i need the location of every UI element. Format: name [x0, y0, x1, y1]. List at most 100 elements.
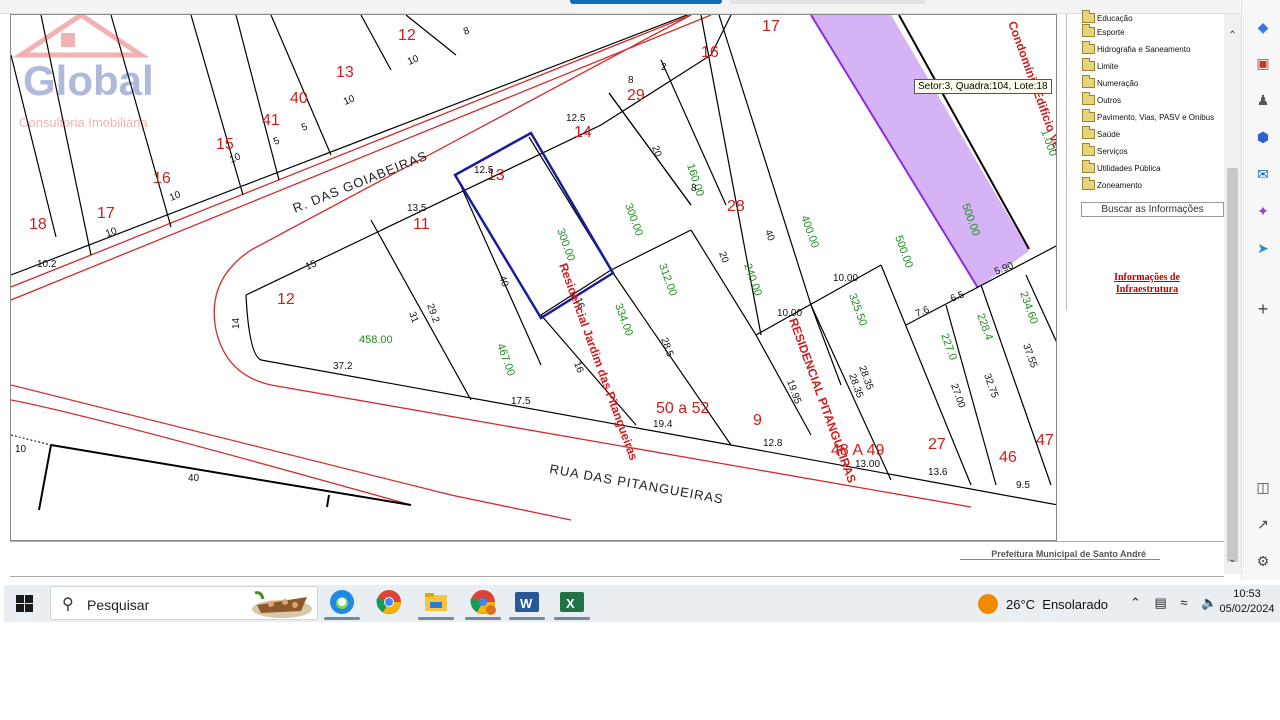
- system-tray-icons[interactable]: ⌃ ▤ ≈ 🔈: [1130, 595, 1222, 611]
- layer-saude[interactable]: Saúde: [1082, 126, 1120, 142]
- edge-sidebar: ◆ ▣ ♟ ⬢ ✉ ✦ ➤ + ◫ ↗ ⚙: [1241, 0, 1280, 580]
- chess-icon[interactable]: ♟: [1254, 91, 1272, 109]
- svg-text:12.5: 12.5: [474, 165, 494, 176]
- taskbar-search[interactable]: ⚲ Pesquisar: [50, 586, 318, 620]
- infrastructure-link[interactable]: Informações de Infraestrutura: [1092, 272, 1202, 296]
- svg-text:50 a 52: 50 a 52: [656, 400, 709, 417]
- svg-text:19.4: 19.4: [653, 419, 673, 430]
- svg-text:8: 8: [628, 75, 634, 86]
- svg-text:15: 15: [216, 136, 234, 153]
- svg-text:37.55: 37.55: [1020, 342, 1039, 370]
- svg-text:37.2: 37.2: [333, 361, 353, 372]
- layer-utilidades[interactable]: Utilidades Pública: [1082, 160, 1161, 176]
- layer-outros[interactable]: Outros: [1082, 92, 1121, 108]
- vertical-scrollbar[interactable]: ⌃ ⌄: [1224, 14, 1241, 574]
- svg-text:W: W: [520, 596, 533, 611]
- svg-text:5: 5: [272, 135, 282, 147]
- svg-text:41: 41: [262, 112, 280, 129]
- active-tab-indicator[interactable]: [570, 0, 722, 4]
- svg-text:10: 10: [228, 151, 243, 166]
- scroll-up-icon[interactable]: ⌃: [1227, 30, 1238, 42]
- svg-text:5: 5: [300, 121, 310, 133]
- svg-text:14: 14: [574, 124, 592, 141]
- svg-text:17: 17: [97, 205, 115, 222]
- feather-icon[interactable]: ✦: [1254, 202, 1272, 220]
- word-icon[interactable]: W: [509, 588, 545, 620]
- svg-text:40: 40: [762, 228, 776, 243]
- svg-text:32.75: 32.75: [981, 372, 1000, 400]
- taskbar: ⚲ Pesquisar W X 26°C Ensolarado ⌃ ▤ ≈ 🔈 …: [4, 585, 1280, 622]
- layer-esporte[interactable]: Esporte: [1082, 24, 1125, 40]
- svg-text:234.60: 234.60: [1017, 290, 1040, 326]
- svg-text:47: 47: [1036, 432, 1054, 449]
- plus-icon[interactable]: +: [1254, 300, 1272, 318]
- svg-text:500.00: 500.00: [892, 234, 915, 270]
- excel-icon[interactable]: X: [554, 588, 590, 620]
- search-info-button[interactable]: Buscar as Informações: [1081, 202, 1224, 217]
- map-canvas[interactable]: 18 17 16 15 41 40 13 12 16 17 29 14 13 1…: [11, 15, 1057, 541]
- svg-text:28: 28: [727, 198, 745, 215]
- briefcase-icon[interactable]: ▣: [1254, 54, 1272, 72]
- layer-numeracao[interactable]: Numeração: [1082, 75, 1138, 91]
- svg-text:16: 16: [153, 170, 171, 187]
- svg-text:14: 14: [231, 317, 242, 329]
- svg-text:10: 10: [406, 53, 421, 68]
- clock[interactable]: 10:53 05/02/2024: [1216, 587, 1278, 617]
- layer-limite[interactable]: Limite: [1082, 58, 1118, 74]
- svg-text:11: 11: [413, 216, 430, 233]
- weather-text: 26°C Ensolarado: [1006, 596, 1109, 612]
- svg-text:10: 10: [15, 444, 27, 455]
- folder-icon: [1082, 92, 1095, 105]
- inactive-tab-indicator[interactable]: [730, 0, 925, 4]
- svg-text:12: 12: [277, 291, 295, 308]
- panel-separator: [1066, 14, 1067, 310]
- cadastral-map[interactable]: 18 17 16 15 41 40 13 12 16 17 29 14 13 1…: [10, 14, 1057, 541]
- svg-text:17: 17: [762, 18, 780, 35]
- folder-icon: [1082, 143, 1095, 156]
- scrollbar-thumb[interactable]: [1227, 168, 1238, 562]
- file-explorer-icon[interactable]: [418, 588, 454, 620]
- scroll-down-icon[interactable]: ⌄: [1227, 554, 1238, 566]
- chrome-profile-icon[interactable]: [465, 588, 501, 620]
- layer-hidrografia[interactable]: Hidrografia e Saneamento: [1082, 41, 1190, 57]
- svg-text:17.5: 17.5: [511, 396, 531, 407]
- windows-start-icon[interactable]: [16, 595, 34, 613]
- svg-text:29: 29: [627, 87, 645, 104]
- svg-text:12.5: 12.5: [566, 113, 586, 124]
- chrome-icon[interactable]: [371, 588, 407, 620]
- office-icon[interactable]: ⬢: [1254, 128, 1272, 146]
- layer-pavimento[interactable]: Pavimento, Vias, PASV e Onibus: [1082, 109, 1214, 125]
- layer-servicos[interactable]: Serviços: [1082, 143, 1128, 159]
- folder-icon: [1082, 160, 1095, 173]
- layer-zoneamento[interactable]: Zoneamento: [1082, 177, 1142, 193]
- tag-icon[interactable]: ◆: [1254, 18, 1272, 36]
- send-icon[interactable]: ➤: [1254, 239, 1272, 257]
- svg-text:27.00: 27.00: [948, 382, 967, 410]
- map-footer: Prefeitura Municipal de Santo André: [10, 541, 1224, 577]
- svg-text:13.6: 13.6: [928, 467, 948, 478]
- external-link-icon[interactable]: ↗: [1254, 515, 1272, 533]
- svg-text:10.00: 10.00: [833, 273, 858, 284]
- outlook-icon[interactable]: ✉: [1254, 165, 1272, 183]
- svg-text:9: 9: [753, 412, 762, 429]
- clock-time: 10:53: [1233, 588, 1261, 600]
- svg-text:12.8: 12.8: [763, 438, 783, 449]
- settings-icon[interactable]: ⚙: [1254, 552, 1272, 570]
- weather-widget[interactable]: 26°C Ensolarado: [978, 594, 1108, 614]
- svg-text:10: 10: [168, 189, 183, 204]
- edge-icon[interactable]: [324, 588, 360, 620]
- split-screen-icon[interactable]: ◫: [1254, 478, 1272, 496]
- svg-text:40: 40: [290, 90, 308, 107]
- folder-icon: [1082, 109, 1095, 122]
- folder-icon: [1082, 58, 1095, 71]
- svg-text:334.00: 334.00: [612, 302, 635, 338]
- street-pitangueiras: RUA DAS PITANGUEIRAS: [548, 461, 724, 506]
- svg-text:10: 10: [104, 226, 119, 240]
- screen: 18 17 16 15 41 40 13 12 16 17 29 14 13 1…: [0, 0, 1280, 720]
- svg-text:10: 10: [342, 93, 357, 108]
- svg-text:400.00: 400.00: [798, 214, 821, 250]
- footer-label: Prefeitura Municipal de Santo André: [991, 549, 1146, 559]
- layer-panel: Educação Esporte Hidrografia e Saneament…: [1062, 10, 1238, 541]
- sun-icon: [978, 594, 998, 614]
- search-icon: ⚲: [62, 596, 74, 613]
